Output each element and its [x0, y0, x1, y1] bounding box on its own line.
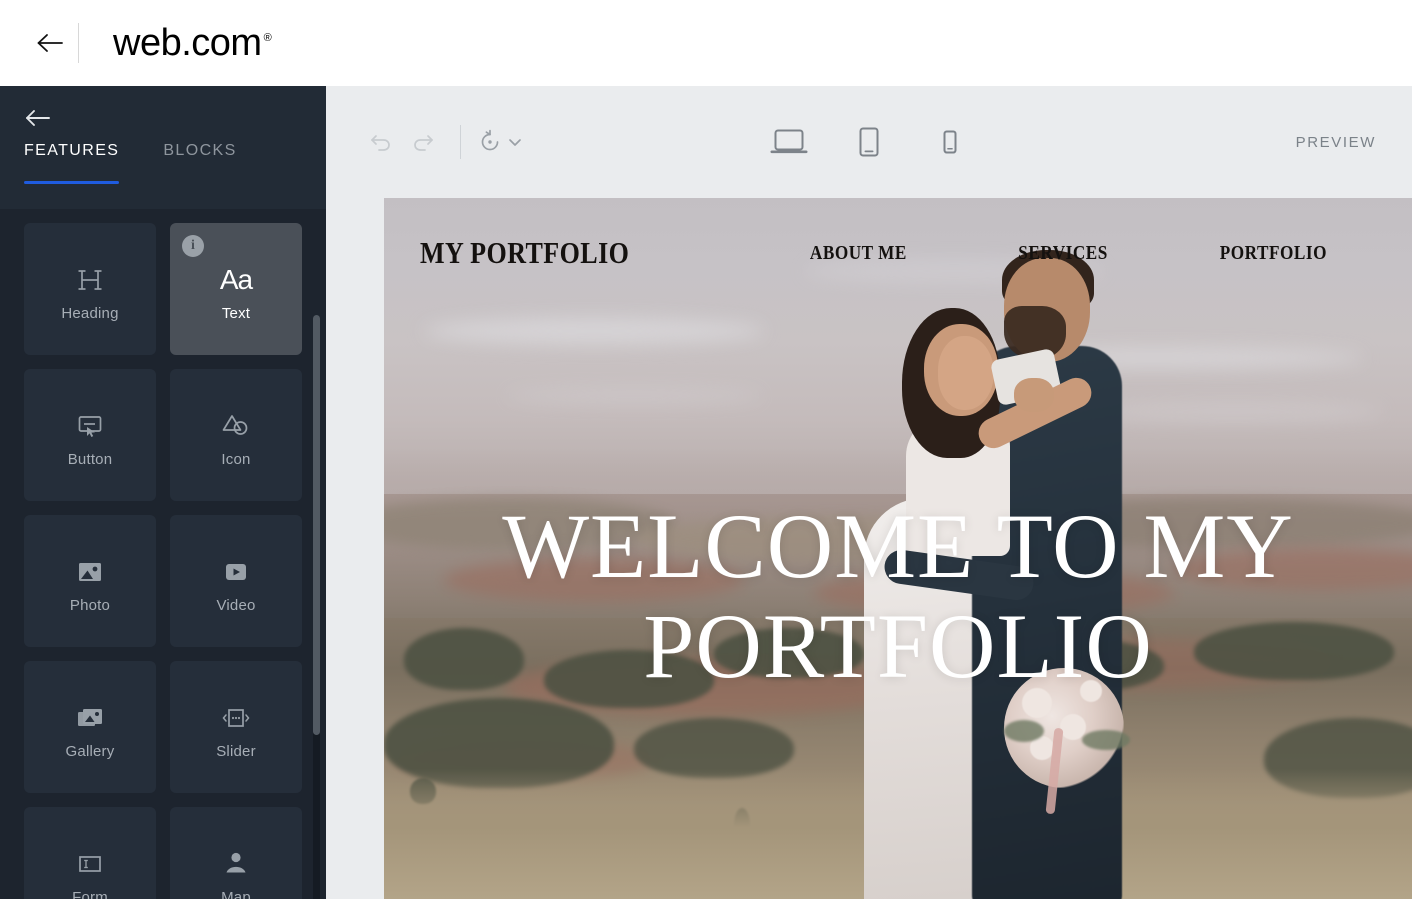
button-click-icon [76, 403, 104, 449]
feature-tile-label: Heading [61, 304, 119, 322]
text-aa-icon: Aa [219, 263, 253, 295]
toolbar-divider [460, 125, 461, 159]
site-canvas[interactable]: MY PORTFOLIO ABOUT ME SERVICES PORTFOLIO… [384, 198, 1412, 899]
arrow-left-icon [26, 110, 50, 126]
site-header: MY PORTFOLIO ABOUT ME SERVICES PORTFOLIO [384, 198, 1412, 308]
map-pin-person-icon [222, 841, 250, 887]
feature-tile-label: Icon [221, 450, 251, 468]
cloud [504, 388, 764, 404]
site-logo[interactable]: MY PORTFOLIO [420, 235, 629, 271]
tree-cluster [714, 628, 864, 678]
bride-hand [1014, 378, 1054, 412]
feature-tile-button[interactable]: Button [24, 369, 156, 501]
panel-tabs: FEATURES BLOCKS [0, 142, 326, 209]
device-desktop-button[interactable] [766, 119, 812, 165]
nav-link-portfolio[interactable]: PORTFOLIO [1179, 242, 1369, 265]
mobile-icon [943, 130, 957, 154]
feature-tile-label: Map [221, 888, 251, 899]
nav-link-about-me[interactable]: ABOUT ME [769, 242, 949, 265]
feature-tile-label: Photo [69, 596, 111, 614]
restore-version-button[interactable] [477, 129, 523, 155]
feature-tile-slider[interactable]: Slider [170, 661, 302, 793]
wedding-couple-photo-subject [854, 228, 1164, 899]
cloud [424, 318, 764, 344]
tree-cluster [404, 628, 524, 690]
feature-tile-heading[interactable]: Heading [24, 223, 156, 355]
feature-tile-label: Form [72, 888, 108, 899]
tree-cluster [544, 650, 714, 708]
foliage [1082, 730, 1130, 750]
panel-back-button[interactable] [24, 104, 56, 132]
feature-tile-label: Text [221, 304, 251, 322]
heading-h-icon [77, 257, 103, 303]
tablet-icon [859, 127, 879, 157]
tab-blocks-label: BLOCKS [163, 142, 237, 159]
device-mobile-button[interactable] [926, 119, 972, 165]
registered-mark: ® [263, 31, 272, 44]
bride-face [938, 336, 994, 410]
undo-button[interactable] [360, 121, 402, 163]
editor-area: PREVIEW MY PORTFOLIO ABOUT ME SERVICES P… [326, 86, 1412, 899]
app-top-bar: web.com ® [0, 0, 1412, 86]
device-tablet-button[interactable] [846, 119, 892, 165]
feature-tile-photo[interactable]: Photo [24, 515, 156, 647]
left-panel: FEATURES BLOCKS Heading i Aa Text Button… [0, 86, 326, 899]
feature-tile-video[interactable]: Video [170, 515, 302, 647]
arrow-left-icon [37, 34, 63, 52]
feature-tile-label: Gallery [65, 742, 115, 760]
site-nav: ABOUT ME SERVICES PORTFOLIO [754, 242, 1384, 265]
app-back-button[interactable] [22, 32, 78, 54]
tab-features[interactable]: FEATURES [24, 142, 120, 184]
image-icon [76, 549, 104, 595]
panel-header: FEATURES BLOCKS [0, 86, 326, 209]
laptop-icon [770, 129, 808, 154]
field-patch [444, 558, 744, 602]
feature-tile-label: Button [67, 450, 113, 468]
feature-tile-map[interactable]: Map [170, 807, 302, 899]
feature-tile-gallery[interactable]: Gallery [24, 661, 156, 793]
tree-cluster [1194, 622, 1394, 680]
images-stack-icon [76, 695, 104, 741]
panel-scrollbar-thumb[interactable] [313, 315, 320, 735]
webcom-logo-text: web.com [113, 21, 262, 64]
features-tile-grid: Heading i Aa Text Button Icon Photo Vide… [24, 223, 316, 899]
features-tile-list: Heading i Aa Text Button Icon Photo Vide… [0, 209, 326, 899]
feature-tile-text[interactable]: i Aa Text [170, 223, 302, 355]
shapes-icon [222, 403, 250, 449]
preview-button[interactable]: PREVIEW [1292, 126, 1380, 159]
form-field-icon [76, 841, 104, 887]
nav-link-services[interactable]: SERVICES [977, 242, 1149, 265]
feature-tile-label: Video [216, 596, 256, 614]
brandbar-divider [78, 23, 79, 63]
info-icon[interactable]: i [182, 235, 204, 257]
slider-carousel-icon [221, 695, 251, 741]
feature-tile-label: Slider [216, 742, 256, 760]
chevron-down-icon [509, 139, 521, 146]
redo-button[interactable] [402, 121, 444, 163]
flower [1080, 680, 1102, 702]
tab-blocks[interactable]: BLOCKS [163, 142, 236, 184]
restore-history-icon [481, 129, 499, 151]
play-icon [222, 549, 250, 595]
tab-features-label: FEATURES [24, 142, 120, 159]
feature-tile-form[interactable]: Form [24, 807, 156, 899]
flower [1022, 688, 1052, 718]
feature-tile-icon[interactable]: Icon [170, 369, 302, 501]
webcom-logo[interactable]: web.com ® [113, 21, 272, 65]
foliage [1004, 720, 1044, 742]
undo-arrow-icon [371, 135, 390, 151]
redo-arrow-icon [414, 135, 433, 151]
